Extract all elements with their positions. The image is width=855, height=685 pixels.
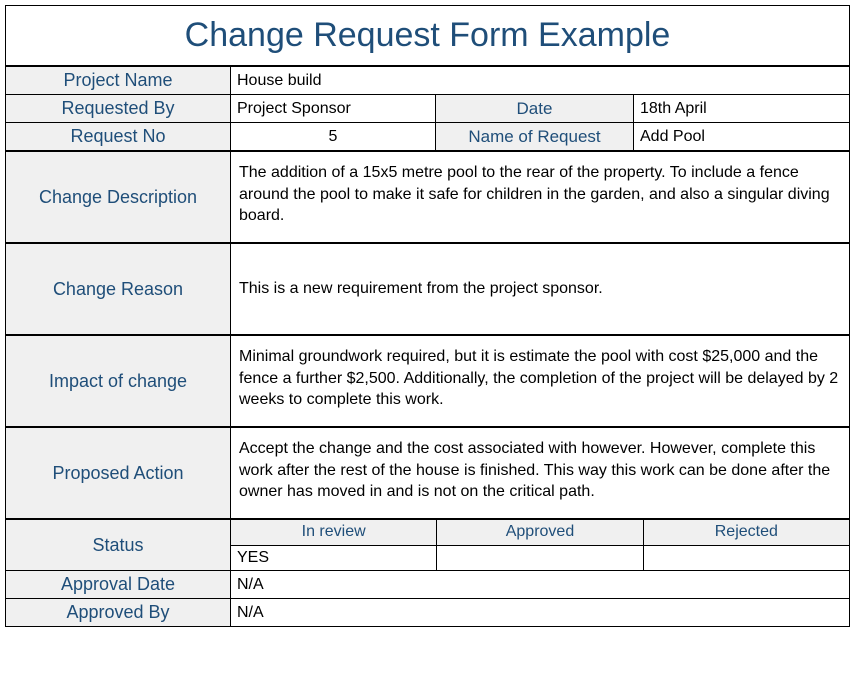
label-request-no: Request No (6, 123, 231, 150)
row-impact-of-change: Impact of change Minimal groundwork requ… (6, 336, 849, 428)
label-status: Status (6, 520, 231, 570)
label-name-of-request: Name of Request (436, 123, 634, 150)
label-requested-by: Requested By (6, 95, 231, 122)
row-status: Status In review Approved Rejected YES (6, 520, 849, 571)
row-project-name: Project Name House build (6, 67, 849, 95)
label-approved-by: Approved By (6, 599, 231, 626)
label-proposed-action: Proposed Action (6, 428, 231, 518)
status-value-approved (437, 546, 643, 571)
status-block: In review Approved Rejected YES (231, 520, 849, 570)
value-impact-of-change: Minimal groundwork required, but it is e… (231, 336, 849, 426)
status-header-row: In review Approved Rejected (231, 520, 849, 546)
label-project-name: Project Name (6, 67, 231, 94)
form-title: Change Request Form Example (6, 6, 849, 67)
status-value-rejected (644, 546, 849, 571)
value-approval-date: N/A (231, 571, 849, 598)
label-date: Date (436, 95, 634, 122)
value-project-name: House build (231, 67, 849, 94)
status-header-in-review: In review (231, 520, 437, 545)
value-request-no: 5 (231, 123, 436, 150)
value-change-description: The addition of a 15x5 metre pool to the… (231, 152, 849, 242)
value-requested-by: Project Sponsor (231, 95, 436, 122)
label-change-reason: Change Reason (6, 244, 231, 334)
value-name-of-request: Add Pool (634, 123, 846, 150)
change-request-form: Change Request Form Example Project Name… (5, 5, 850, 627)
row-proposed-action: Proposed Action Accept the change and th… (6, 428, 849, 520)
status-header-rejected: Rejected (644, 520, 849, 545)
row-change-description: Change Description The addition of a 15x… (6, 152, 849, 244)
label-impact-of-change: Impact of change (6, 336, 231, 426)
status-value-in-review: YES (231, 546, 437, 571)
value-date: 18th April (634, 95, 846, 122)
row-requested-by: Requested By Project Sponsor Date 18th A… (6, 95, 849, 123)
row-approved-by: Approved By N/A (6, 599, 849, 626)
value-approved-by: N/A (231, 599, 849, 626)
label-approval-date: Approval Date (6, 571, 231, 598)
row-request-no: Request No 5 Name of Request Add Pool (6, 123, 849, 152)
value-proposed-action: Accept the change and the cost associate… (231, 428, 849, 518)
value-change-reason: This is a new requirement from the proje… (231, 244, 849, 334)
row-approval-date: Approval Date N/A (6, 571, 849, 599)
label-change-description: Change Description (6, 152, 231, 242)
row-change-reason: Change Reason This is a new requirement … (6, 244, 849, 336)
status-header-approved: Approved (437, 520, 643, 545)
status-value-row: YES (231, 546, 849, 571)
